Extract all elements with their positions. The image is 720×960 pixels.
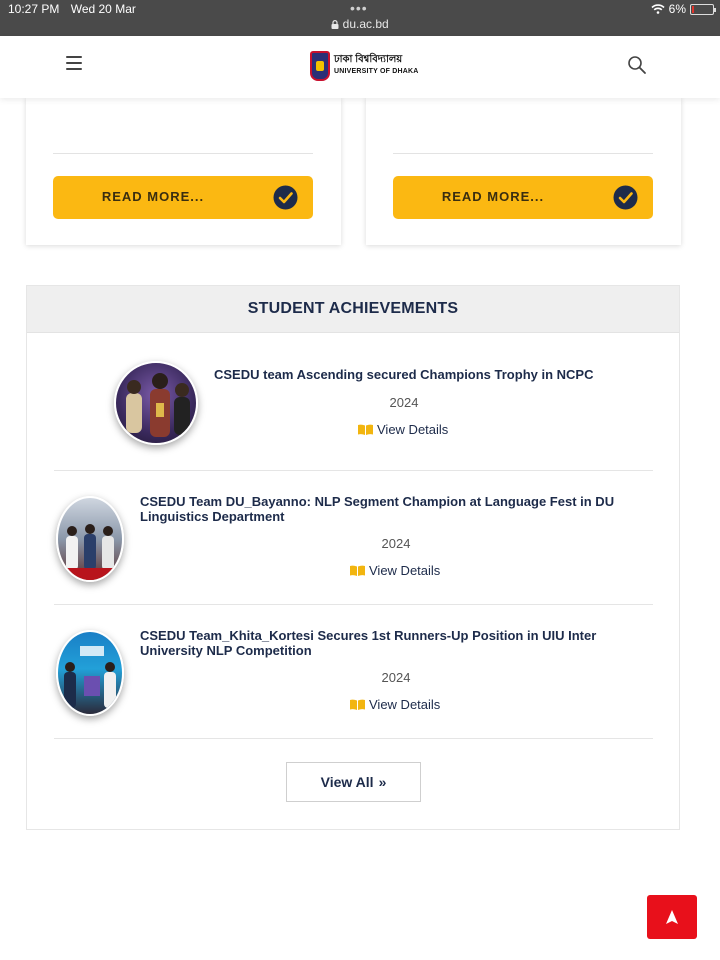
achievement-year: 2024 xyxy=(381,670,411,685)
university-logo[interactable]: ঢাকা বিশ্ববিদ্যালয় UNIVERSITY OF DHAKA xyxy=(310,51,419,81)
news-card: READ MORE... xyxy=(366,97,681,245)
achievement-item: CSEDU Team DU_Bayanno: NLP Segment Champ… xyxy=(54,471,653,605)
status-bar: 10:27 PM Wed 20 Mar ••• du.ac.bd 6% xyxy=(0,0,720,36)
logo-english: UNIVERSITY OF DHAKA xyxy=(334,68,419,75)
achievement-year: 2024 xyxy=(389,395,419,410)
achievement-year: 2024 xyxy=(381,536,411,551)
read-more-label: READ MORE... xyxy=(101,189,205,204)
address-bar[interactable]: du.ac.bd xyxy=(0,17,720,31)
back-to-top-button[interactable] xyxy=(647,895,697,939)
achievement-item: CSEDU team Ascending secured Champions T… xyxy=(54,333,653,471)
section-header: STUDENT ACHIEVEMENTS xyxy=(27,286,679,333)
battery-icon xyxy=(690,3,716,15)
lock-icon xyxy=(331,20,339,29)
book-icon xyxy=(350,699,365,710)
view-details-link[interactable]: View Details xyxy=(350,697,440,712)
wifi-icon xyxy=(651,4,665,14)
card-divider xyxy=(393,153,653,154)
view-details-link[interactable]: View Details xyxy=(358,422,448,437)
view-details-label: View Details xyxy=(369,697,441,712)
section-title: STUDENT ACHIEVEMENTS xyxy=(247,300,459,317)
team-photo-figures xyxy=(58,524,122,580)
read-more-button[interactable]: READ MORE... xyxy=(393,176,653,219)
double-chevron-right-icon: » xyxy=(378,774,387,790)
book-icon xyxy=(350,565,365,576)
status-indicators: 6% xyxy=(651,2,716,16)
student-achievements-section: STUDENT ACHIEVEMENTS CSEDU team Ascendin… xyxy=(26,285,680,830)
view-all-button[interactable]: View All » xyxy=(286,762,421,802)
multitask-dots[interactable]: ••• xyxy=(350,0,368,16)
team-photo-figures xyxy=(64,646,116,708)
status-time-date: 10:27 PM Wed 20 Mar xyxy=(8,2,144,16)
view-all-label: View All xyxy=(320,774,374,790)
achievement-photo[interactable] xyxy=(56,630,124,716)
read-more-button[interactable]: READ MORE... xyxy=(53,176,313,219)
view-details-label: View Details xyxy=(369,563,441,578)
team-photo-figures xyxy=(126,373,190,437)
achievement-title[interactable]: CSEDU Team DU_Bayanno: NLP Segment Champ… xyxy=(140,494,640,524)
status-date: Wed 20 Mar xyxy=(70,2,136,16)
achievement-item: CSEDU Team_Khita_Kortesi Secures 1st Run… xyxy=(54,605,653,739)
card-divider xyxy=(53,153,313,154)
check-circle-icon xyxy=(273,185,298,210)
book-icon xyxy=(358,424,373,435)
achievement-photo[interactable] xyxy=(114,361,198,445)
status-time: 10:27 PM xyxy=(8,2,60,16)
achievement-photo[interactable] xyxy=(56,496,124,582)
news-card: READ MORE... xyxy=(26,97,341,245)
view-details-link[interactable]: View Details xyxy=(350,563,440,578)
url-text: du.ac.bd xyxy=(342,17,389,31)
logo-text: ঢাকা বিশ্ববিদ্যালয় UNIVERSITY OF DHAKA xyxy=(334,54,419,78)
read-more-label: READ MORE... xyxy=(441,189,545,204)
crest-icon xyxy=(310,51,330,81)
view-details-label: View Details xyxy=(377,422,449,437)
logo-bangla: ঢাকা বিশ্ববিদ্যালয় xyxy=(334,54,403,65)
battery-percent: 6% xyxy=(668,2,686,16)
site-header: ঢাকা বিশ্ববিদ্যালয় UNIVERSITY OF DHAKA xyxy=(0,36,720,98)
arrow-up-icon xyxy=(666,910,678,924)
search-icon[interactable] xyxy=(627,55,647,75)
hamburger-menu-icon[interactable] xyxy=(66,56,82,72)
achievement-title[interactable]: CSEDU team Ascending secured Champions T… xyxy=(214,367,634,382)
achievement-title[interactable]: CSEDU Team_Khita_Kortesi Secures 1st Run… xyxy=(140,628,640,658)
check-circle-icon xyxy=(613,185,638,210)
